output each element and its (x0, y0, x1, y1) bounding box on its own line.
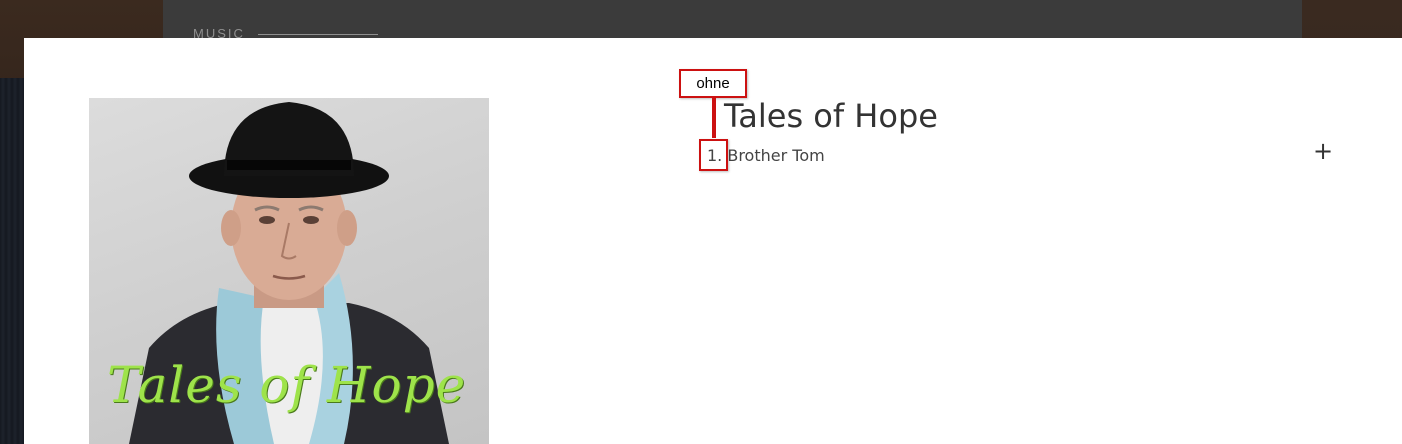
album-title: Tales of Hope (724, 97, 938, 135)
annotation-connector-line (712, 98, 716, 138)
background-section-underline (258, 34, 378, 35)
annotation-highlight-box (699, 139, 728, 171)
album-cover-image: Tales of Hope (89, 98, 489, 444)
annotation-label: ohne (679, 69, 747, 98)
album-cover-title: Tales of Hope (107, 356, 467, 414)
expand-plus-icon[interactable]: + (1312, 138, 1334, 164)
background-header (163, 0, 1302, 38)
background-image-strip (0, 78, 24, 444)
